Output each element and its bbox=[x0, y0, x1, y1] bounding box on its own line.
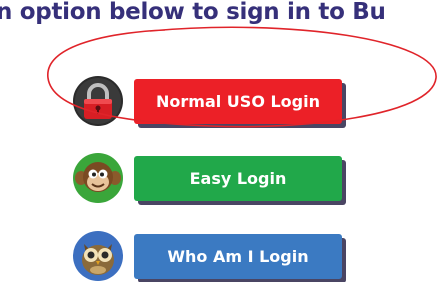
easy-login-row: Easy Login bbox=[72, 152, 342, 204]
padlock-icon bbox=[72, 75, 124, 127]
normal-login-row: Normal USO Login bbox=[72, 75, 342, 127]
who-am-i-login-button[interactable]: Who Am I Login bbox=[134, 233, 342, 279]
owl-icon bbox=[72, 230, 124, 282]
who-am-i-login-row: Who Am I Login bbox=[72, 230, 342, 282]
normal-uso-login-button[interactable]: Normal USO Login bbox=[134, 78, 342, 124]
sign-in-instruction: n option below to sign in to Bu bbox=[0, 0, 386, 25]
monkey-icon bbox=[72, 152, 124, 204]
easy-login-button[interactable]: Easy Login bbox=[134, 155, 342, 201]
